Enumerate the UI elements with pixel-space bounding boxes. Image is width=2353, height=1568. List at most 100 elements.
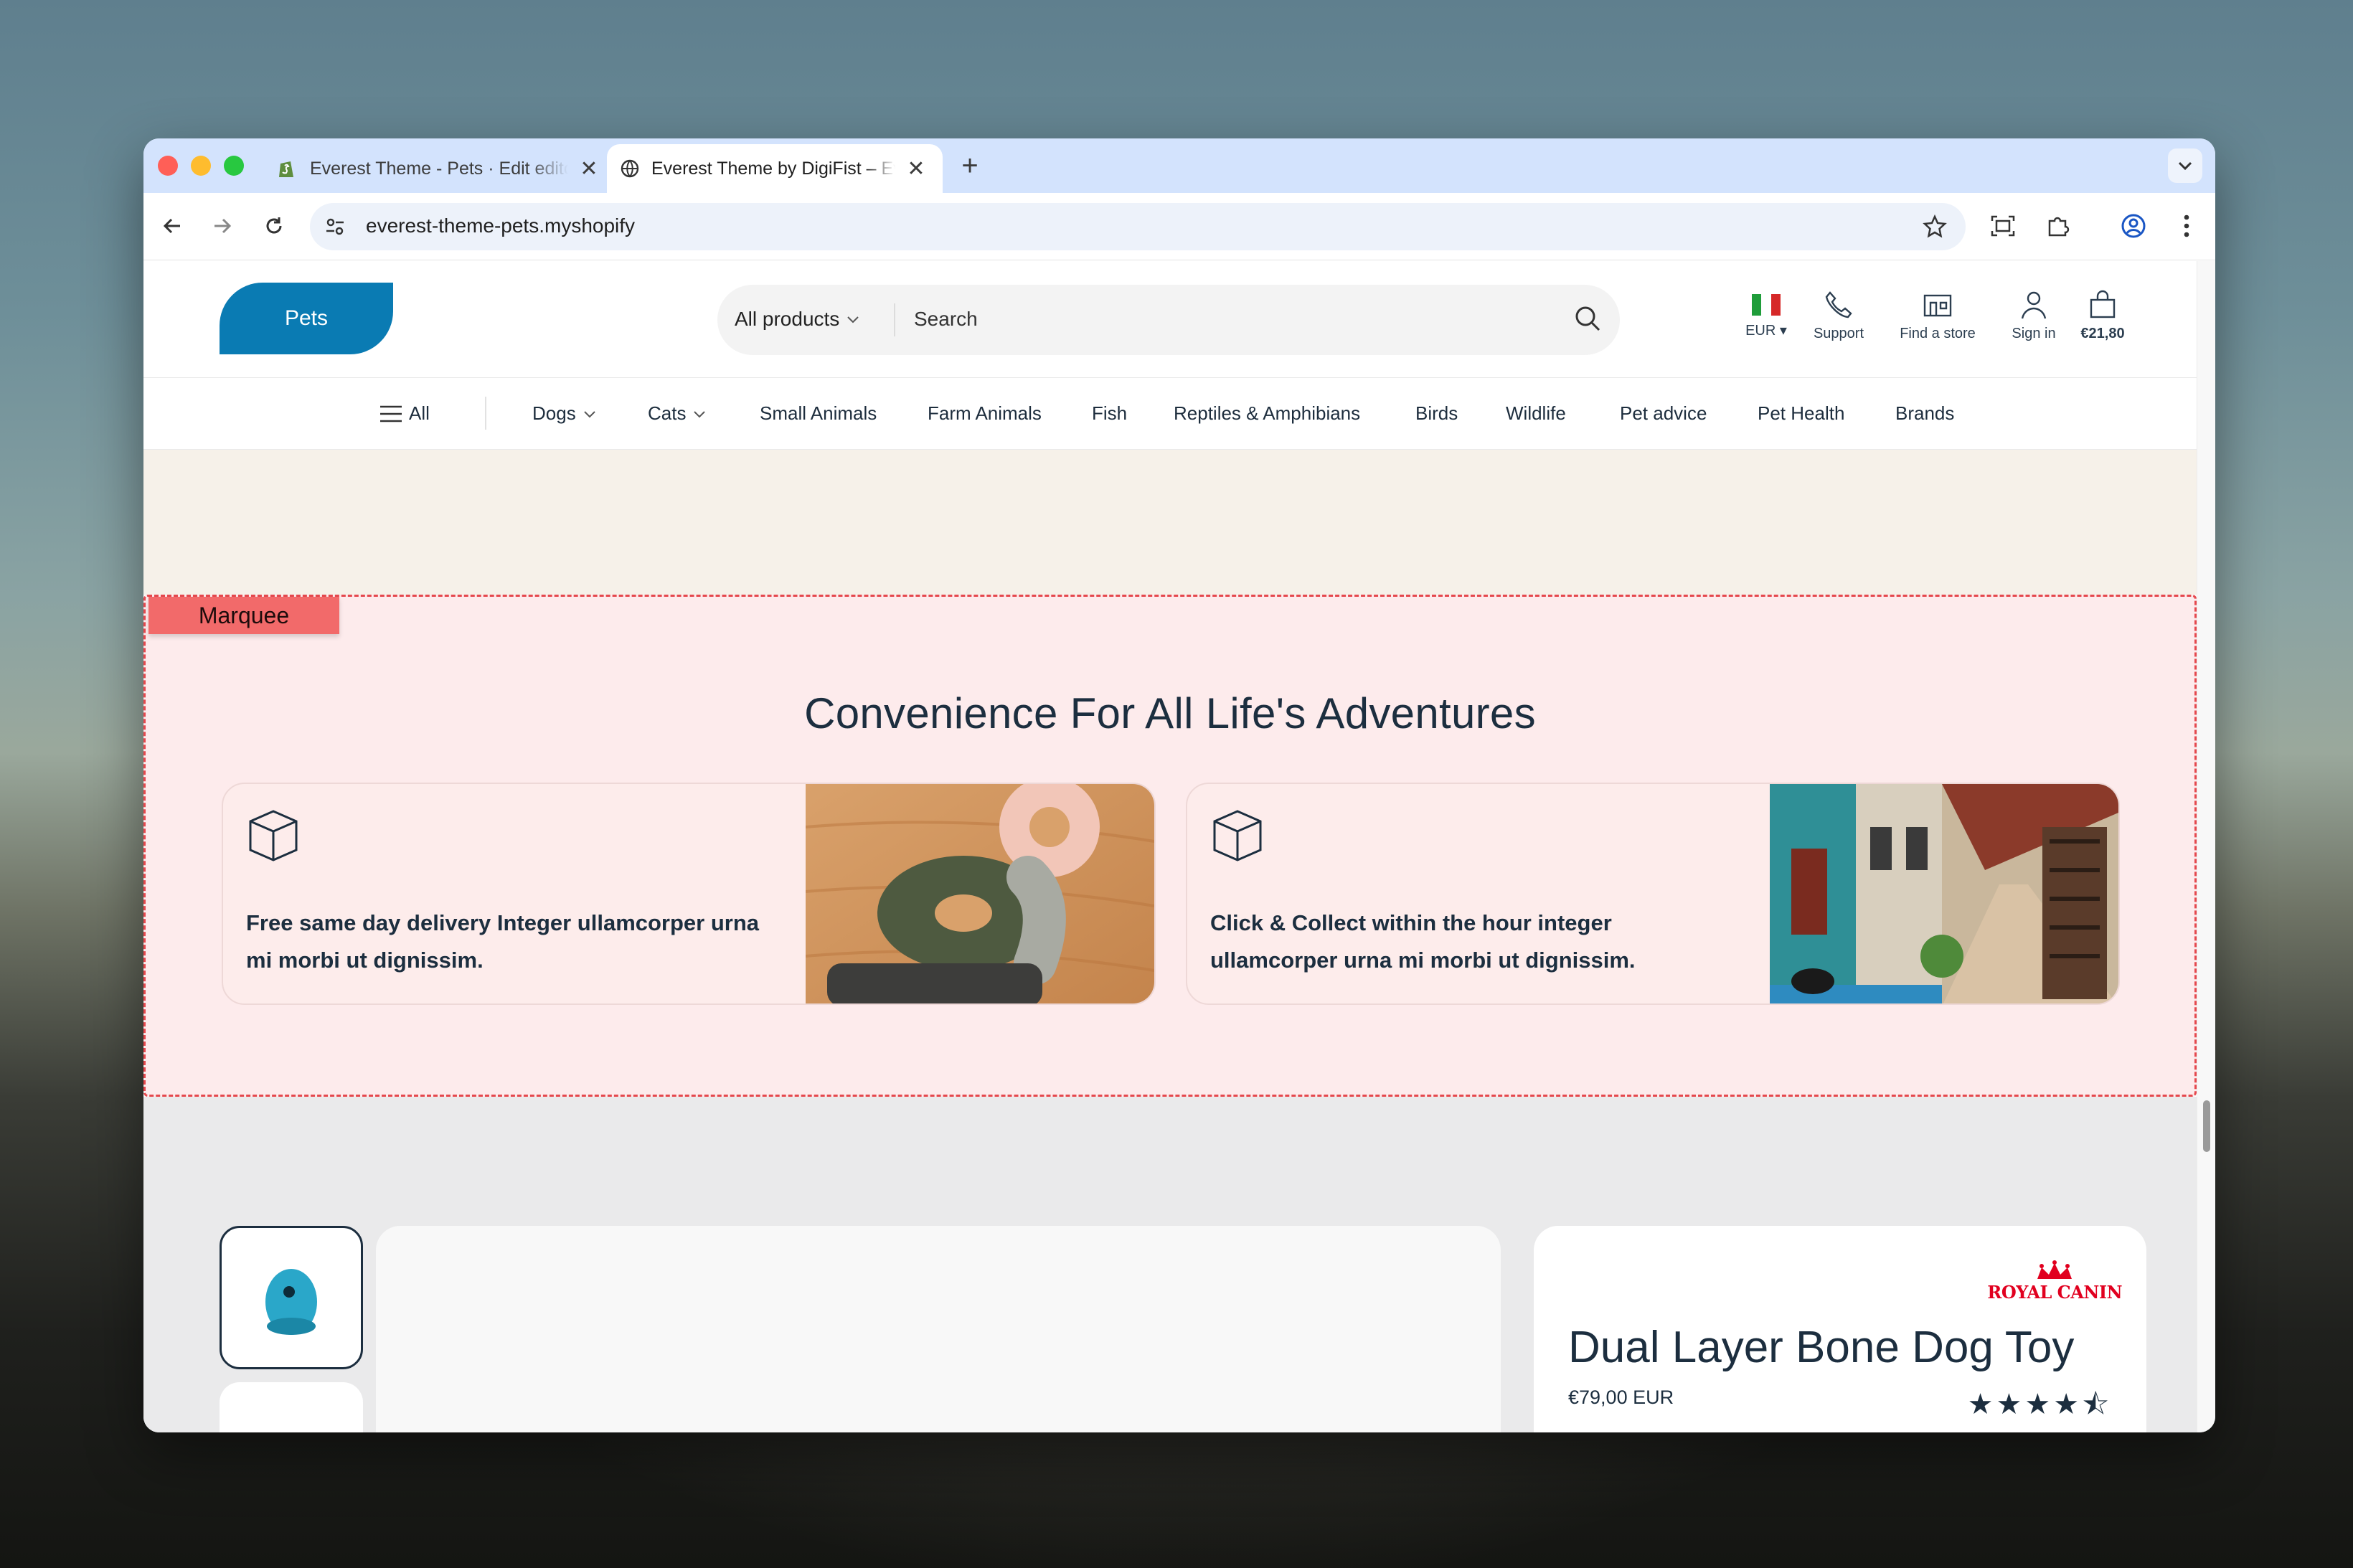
find-store-link[interactable]: Find a store [1891, 290, 1984, 342]
cart-link[interactable]: €21,80 [2070, 290, 2135, 342]
support-label: Support [1813, 326, 1864, 341]
crown-icon [2037, 1260, 2073, 1279]
nav-divider [485, 397, 486, 430]
find-store-label: Find a store [1900, 326, 1976, 341]
sign-in-label: Sign in [2012, 326, 2056, 341]
nav-item-label: Farm Animals [928, 402, 1042, 424]
nav-item-label: Cats [648, 402, 687, 424]
nav-item-dogs[interactable]: Dogs [532, 402, 596, 425]
new-tab-button[interactable]: + [954, 150, 986, 181]
product-thumbnail[interactable] [220, 1382, 363, 1432]
back-button[interactable] [156, 210, 188, 242]
nav-item-reptiles[interactable]: Reptiles & Amphibians [1174, 402, 1360, 425]
arrow-left-icon [163, 218, 180, 234]
product-section: ROYAL CANIN Dual Layer Bone Dog Toy €79,… [143, 1097, 2197, 1432]
currency-selector[interactable]: EUR ▾ [1745, 290, 1788, 339]
tab-title: Everest Theme - Pets · Edit editor [310, 158, 568, 179]
feature-card-delivery: Free same day delivery Integer ullamcorp… [222, 783, 1156, 1005]
page-scrollbar[interactable] [2197, 261, 2215, 1432]
nav-item-pet-health[interactable]: Pet Health [1758, 402, 1844, 425]
user-icon [2021, 291, 2047, 319]
marquee-section[interactable]: Marquee Convenience For All Life's Adven… [143, 595, 2197, 1097]
nav-item-label: Brands [1895, 402, 1955, 424]
tab-everest-theme[interactable]: Everest Theme by DigiFist – Everest ✕ [607, 144, 943, 193]
nav-item-farm-animals[interactable]: Farm Animals [928, 402, 1042, 425]
nav-item-label: Dogs [532, 402, 576, 424]
tab-title: Everest Theme by DigiFist – Everest [651, 158, 895, 179]
browser-window: Everest Theme - Pets · Edit editor ✕ Eve… [143, 138, 2215, 1432]
nav-item-pet-advice[interactable]: Pet advice [1620, 402, 1707, 425]
chevron-down-icon [847, 316, 859, 323]
chevron-down-icon [694, 410, 706, 417]
product-title: Dual Layer Bone Dog Toy [1568, 1323, 2075, 1372]
scrollbar-thumb[interactable] [2203, 1100, 2210, 1152]
product-thumbnail-active[interactable] [220, 1226, 363, 1369]
category-nav: All Dogs Cats Small Animals Farm Animals… [143, 378, 2197, 450]
search-input[interactable]: Search [914, 308, 978, 331]
hamburger-menu-icon [380, 405, 402, 422]
zoom-window-button[interactable] [224, 156, 244, 176]
nav-item-label: Wildlife [1506, 402, 1566, 424]
globe-icon [620, 159, 640, 179]
nav-item-cats[interactable]: Cats [648, 402, 706, 425]
product-price: €79,00 EUR [1568, 1387, 1674, 1408]
chevron-down-icon [583, 410, 595, 417]
box-icon [245, 807, 302, 868]
tab-search-button[interactable] [2168, 148, 2202, 183]
nav-item-label: Small Animals [760, 402, 877, 424]
blue-toy-image [265, 1269, 317, 1335]
store-icon [1923, 294, 1952, 317]
more-menu-icon[interactable] [2171, 210, 2202, 242]
nav-item-birds[interactable]: Birds [1415, 402, 1458, 425]
search-category-select[interactable]: All products [735, 308, 859, 331]
nav-item-brands[interactable]: Brands [1895, 402, 1954, 425]
feature-card-click-collect: Click & Collect within the hour integer … [1186, 783, 2120, 1005]
search-divider [894, 303, 895, 336]
site-settings-icon[interactable] [324, 216, 346, 241]
address-bar[interactable]: everest-theme-pets.myshopify [310, 203, 1966, 250]
product-gallery[interactable] [376, 1226, 1501, 1432]
screenshot-icon[interactable] [1987, 210, 2019, 242]
store-logo[interactable]: Pets [220, 283, 393, 354]
support-link[interactable]: Support [1806, 290, 1871, 342]
extensions-puzzle-icon[interactable] [2042, 210, 2073, 242]
brand-name: ROYAL CANIN [1987, 1282, 2122, 1303]
profile-icon[interactable] [2118, 210, 2149, 242]
nav-item-fish[interactable]: Fish [1092, 402, 1127, 425]
sign-in-link[interactable]: Sign in [2001, 290, 2066, 342]
minimize-window-button[interactable] [191, 156, 211, 176]
url-text: everest-theme-pets.myshopify [366, 214, 636, 237]
dog-toys-photo [806, 784, 1154, 1003]
web-page: Pets All products Search EUR ▾ Support F… [143, 261, 2197, 1432]
nav-all-label: All [409, 402, 430, 424]
storefront-street-photo [1770, 784, 2118, 1003]
close-icon[interactable]: ✕ [578, 156, 600, 181]
nav-item-wildlife[interactable]: Wildlife [1506, 402, 1566, 425]
reload-button[interactable] [258, 210, 290, 242]
cart-total: €21,80 [2080, 326, 2125, 341]
nav-item-label: Birds [1415, 402, 1458, 424]
bookmark-star-icon[interactable] [1923, 214, 1947, 242]
phone-icon [1825, 291, 1852, 318]
chevron-down-icon [2178, 161, 2192, 170]
rating-stars[interactable]: ★★★★⯪ [1968, 1384, 2112, 1432]
nav-item-label: Reptiles & Amphibians [1174, 402, 1361, 424]
box-icon [1209, 807, 1266, 868]
reload-icon [266, 217, 282, 234]
italy-flag-icon [1752, 294, 1781, 316]
product-info-card: ROYAL CANIN Dual Layer Bone Dog Toy €79,… [1534, 1226, 2146, 1432]
arrow-right-icon [214, 218, 232, 234]
close-window-button[interactable] [158, 156, 178, 176]
search-icon[interactable] [1572, 303, 1603, 337]
search-bar[interactable]: All products Search [717, 285, 1620, 355]
section-title: Convenience For All Life's Adventures [804, 689, 1536, 737]
nav-item-label: Pet Health [1758, 402, 1845, 424]
nav-item-small-animals[interactable]: Small Animals [760, 402, 877, 425]
section-editor-tag[interactable]: Marquee [148, 597, 339, 634]
currency-label: EUR ▾ [1745, 323, 1787, 339]
nav-all[interactable]: All [380, 402, 430, 425]
forward-button[interactable] [207, 210, 238, 242]
close-icon[interactable]: ✕ [905, 156, 927, 181]
feature-text: Click & Collect within the hour integer … [1210, 910, 1636, 973]
feature-text: Free same day delivery Integer ullamcorp… [246, 910, 760, 973]
